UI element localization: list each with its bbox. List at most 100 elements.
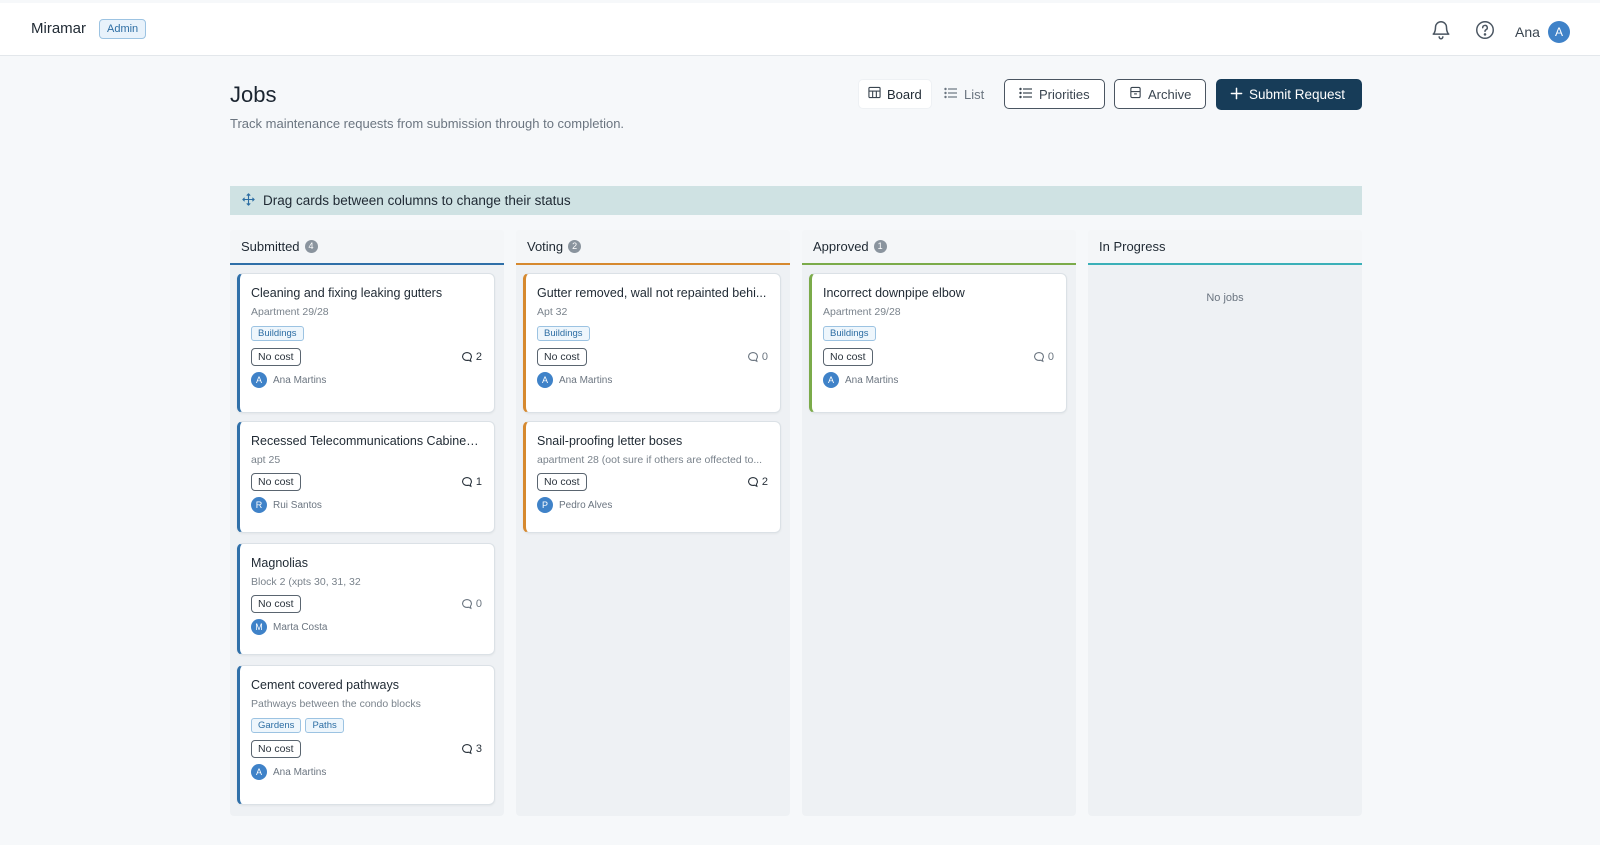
column-header: Voting 2 xyxy=(516,230,790,265)
card-location: apt 25 xyxy=(251,454,281,466)
job-card[interactable]: Snail-proofing letter boses apartment 28… xyxy=(523,421,781,533)
column-voting: Voting 2 Gutter removed, wall not repain… xyxy=(516,230,790,816)
cost-badge: No cost xyxy=(251,348,301,366)
column-header: In Progress xyxy=(1088,230,1362,265)
priorities-icon xyxy=(1019,87,1033,102)
job-card[interactable]: Magnolias Block 2 (xpts 30, 31, 32 No co… xyxy=(237,543,495,655)
archive-icon xyxy=(1129,86,1142,102)
list-icon xyxy=(944,87,958,102)
page-subtitle: Track maintenance requests from submissi… xyxy=(230,116,625,131)
cost-badge: No cost xyxy=(251,473,301,491)
card-title: Incorrect downpipe elbow xyxy=(823,286,965,300)
column-header: Submitted 4 xyxy=(230,230,504,265)
board-view-toggle[interactable]: Board xyxy=(859,80,931,108)
card-cost-row: No cost 0 xyxy=(251,595,482,613)
column-title: Submitted xyxy=(241,239,300,254)
assignee-name: Rui Santos xyxy=(273,499,322,511)
assignee-avatar: A xyxy=(251,764,267,780)
comment-icon xyxy=(747,351,758,363)
card-location: Block 2 (xpts 30, 31, 32 xyxy=(251,576,361,588)
comments-count: 3 xyxy=(461,743,482,755)
column-count-badge: 1 xyxy=(873,240,887,253)
column-title: In Progress xyxy=(1099,239,1166,254)
card-location: Apartment 29/28 xyxy=(823,306,901,318)
cost-badge: No cost xyxy=(537,473,587,491)
priorities-label: Priorities xyxy=(1039,86,1090,102)
card-cost-row: No cost 2 xyxy=(251,348,482,366)
card-cost-row: No cost 0 xyxy=(823,348,1054,366)
list-view-toggle[interactable]: List xyxy=(935,80,993,108)
assignee-avatar: R xyxy=(251,497,267,513)
job-card[interactable]: Recessed Telecommunications Cabinet ... … xyxy=(237,421,495,533)
board-icon xyxy=(868,86,881,102)
tag-gardens: Gardens xyxy=(251,718,302,733)
comments-count: 0 xyxy=(1033,351,1054,363)
assignee-avatar: P xyxy=(537,497,553,513)
card-assignee: M Marta Costa xyxy=(251,619,482,635)
comment-icon xyxy=(1033,351,1044,363)
comments-count: 2 xyxy=(461,351,482,363)
user-avatar[interactable]: A xyxy=(1548,21,1570,43)
top-navbar: Miramar Admin Ana A xyxy=(0,3,1600,56)
submit-request-button[interactable]: Submit Request xyxy=(1216,79,1362,110)
card-assignee: R Rui Santos xyxy=(251,497,482,513)
assignee-avatar: M xyxy=(251,619,267,635)
comments-count: 0 xyxy=(461,598,482,610)
brand-name[interactable]: Miramar xyxy=(31,20,86,37)
card-title: Cleaning and fixing leaking gutters xyxy=(251,286,443,300)
help-icon[interactable] xyxy=(1474,19,1496,41)
cost-badge: No cost xyxy=(251,595,301,613)
comment-icon xyxy=(747,476,758,488)
assignee-name: Ana Martins xyxy=(273,766,327,778)
bell-icon[interactable] xyxy=(1430,19,1452,41)
assignee-name: Ana Martins xyxy=(845,374,899,386)
card-title: Gutter removed, wall not repainted behi.… xyxy=(537,286,767,300)
card-assignee: A Ana Martins xyxy=(823,372,1054,388)
card-cost-row: No cost 3 xyxy=(251,740,482,758)
assignee-name: Pedro Alves xyxy=(559,499,613,511)
assignee-name: Ana Martins xyxy=(273,374,327,386)
assignee-avatar: A xyxy=(537,372,553,388)
card-assignee: P Pedro Alves xyxy=(537,497,768,513)
tag-buildings: Buildings xyxy=(823,326,876,341)
archive-label: Archive xyxy=(1148,86,1192,102)
card-location: Apartment 29/28 xyxy=(251,306,329,318)
card-title: Snail-proofing letter boses xyxy=(537,434,683,448)
job-card[interactable]: Gutter removed, wall not repainted behi.… xyxy=(523,273,781,413)
comments-count: 2 xyxy=(747,476,768,488)
card-location: Apt 32 xyxy=(537,306,568,318)
card-tags: Buildings xyxy=(251,326,482,341)
column-in-progress: In Progress No jobs xyxy=(1088,230,1362,816)
assignee-name: Marta Costa xyxy=(273,621,328,633)
card-location: apartment 28 (oot sure if others are off… xyxy=(537,454,763,466)
card-tags: Buildings xyxy=(537,326,768,341)
tag-buildings: Buildings xyxy=(251,326,304,341)
card-tags: Buildings xyxy=(823,326,1054,341)
card-title: Cement covered pathways xyxy=(251,678,399,692)
board-label: Board xyxy=(887,86,922,102)
card-assignee: A Ana Martins xyxy=(251,764,482,780)
card-location: Pathways between the condo blocks xyxy=(251,698,421,710)
comments-count: 1 xyxy=(461,476,482,488)
tag-paths: Paths xyxy=(305,718,344,733)
comment-icon xyxy=(461,476,472,488)
comment-icon xyxy=(461,598,472,610)
submit-request-label: Submit Request xyxy=(1249,87,1346,102)
tag-buildings: Buildings xyxy=(537,326,590,341)
column-submitted: Submitted 4 Cleaning and fixing leaking … xyxy=(230,230,504,816)
list-label: List xyxy=(964,86,985,102)
assignee-name: Ana Martins xyxy=(559,374,613,386)
user-name[interactable]: Ana xyxy=(1515,24,1540,40)
drag-hint-banner: Drag cards between columns to change the… xyxy=(230,186,1362,215)
plus-icon xyxy=(1230,87,1243,103)
cost-badge: No cost xyxy=(823,348,873,366)
job-card[interactable]: Cement covered pathways Pathways between… xyxy=(237,665,495,805)
job-card[interactable]: Cleaning and fixing leaking gutters Apar… xyxy=(237,273,495,413)
column-count-badge: 4 xyxy=(304,240,318,253)
role-badge: Admin xyxy=(99,19,147,39)
job-card[interactable]: Incorrect downpipe elbow Apartment 29/28… xyxy=(809,273,1067,413)
archive-button[interactable]: Archive xyxy=(1114,79,1207,109)
page-title: Jobs xyxy=(230,82,277,107)
priorities-button[interactable]: Priorities xyxy=(1004,79,1105,109)
card-title: Recessed Telecommunications Cabinet ... xyxy=(251,434,482,448)
